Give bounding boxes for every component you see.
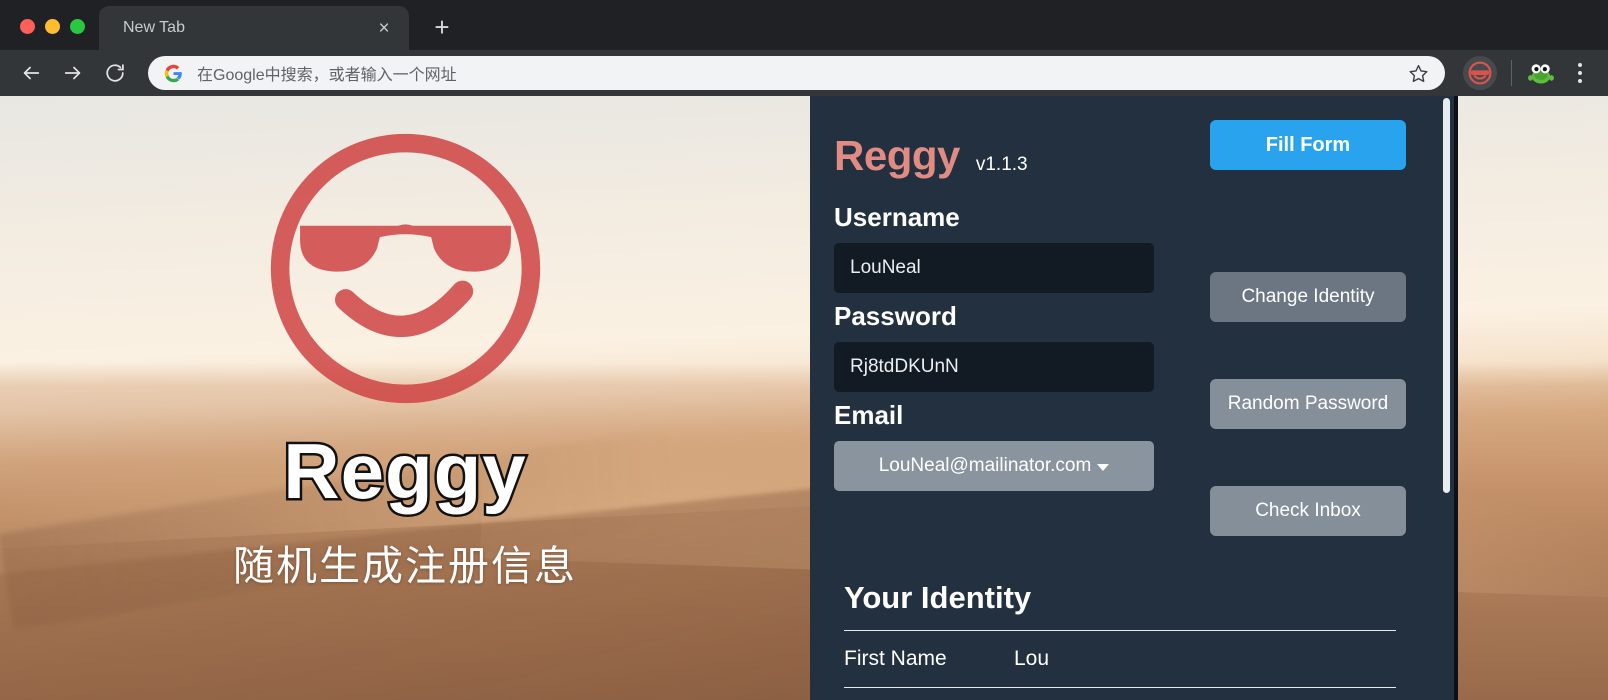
check-inbox-button[interactable]: Check Inbox <box>1210 486 1406 536</box>
star-icon[interactable] <box>1405 60 1431 86</box>
browser-toolbar: 在Google中搜索，或者输入一个网址 <box>0 50 1608 96</box>
hero-section: Reggy 随机生成注册信息 <box>0 96 810 700</box>
fill-form-button[interactable]: Fill Form <box>1210 120 1406 170</box>
panel-header: Reggy v1.1.3 Fill Form <box>834 120 1406 180</box>
reggy-extension-icon[interactable] <box>1463 56 1497 90</box>
password-input[interactable] <box>834 342 1154 392</box>
address-bar-text: 在Google中搜索，或者输入一个网址 <box>197 67 457 84</box>
panel-version: v1.1.3 <box>975 154 1028 175</box>
turtle-extension-icon[interactable] <box>1526 58 1556 88</box>
hero-subtitle: 随机生成注册信息 <box>233 542 577 590</box>
page-viewport: Reggy 随机生成注册信息 Reggy v1.1.3 Fill Form Us… <box>0 96 1608 700</box>
email-dropdown-value: LouNeal@mailinator.com <box>878 455 1092 476</box>
change-identity-button[interactable]: Change Identity <box>1210 272 1406 322</box>
back-icon[interactable] <box>12 54 50 92</box>
forward-icon[interactable] <box>54 54 92 92</box>
toolbar-divider <box>1511 60 1512 86</box>
scrollbar-thumb[interactable] <box>1443 98 1450 493</box>
hero-title: Reggy <box>281 427 528 515</box>
email-label: Email <box>834 400 904 430</box>
tab-title: New Tab <box>123 19 185 36</box>
identity-value: Lou <box>1014 647 1050 670</box>
identity-section-title: Your Identity <box>844 580 1032 615</box>
reggy-panel-body: Reggy v1.1.3 Fill Form Username Password… <box>810 96 1454 700</box>
google-g-icon <box>164 64 183 83</box>
chevron-down-icon <box>1097 464 1110 471</box>
browser-window: New Tab × + 在Google中搜索，或者输入一个网址 Reggy 随机… <box>0 0 1608 700</box>
panel-form-grid: Username Password Email LouNeal@mailinat… <box>834 194 1406 536</box>
panel-fields-column: Username Password Email LouNeal@mailinat… <box>834 194 1154 536</box>
maximize-window-button[interactable] <box>70 19 85 34</box>
close-window-button[interactable] <box>20 19 35 34</box>
close-tab-icon[interactable]: × <box>371 15 397 41</box>
window-traffic-lights <box>0 19 99 50</box>
reload-icon[interactable] <box>96 54 134 92</box>
kebab-menu-icon[interactable] <box>1564 54 1596 92</box>
username-label: Username <box>834 202 960 232</box>
reggy-panel: Reggy v1.1.3 Fill Form Username Password… <box>810 96 1458 700</box>
panel-scrollbar[interactable] <box>1443 96 1450 700</box>
random-password-button[interactable]: Random Password <box>1210 379 1406 429</box>
identity-key: First Name <box>844 647 947 670</box>
table-row: First Name Lou <box>844 630 1396 687</box>
panel-actions-column: Change Identity Random Password Check In… <box>1210 194 1406 536</box>
panel-brand-title: Reggy <box>834 132 960 179</box>
identity-table: First Name Lou Last Name Neal <box>844 630 1406 700</box>
tab-strip: New Tab × + <box>0 0 1608 50</box>
password-label: Password <box>834 301 957 331</box>
address-bar[interactable]: 在Google中搜索，或者输入一个网址 <box>148 56 1445 90</box>
new-tab-button[interactable]: + <box>421 6 463 48</box>
smiley-sunglasses-logo <box>263 126 548 416</box>
table-row: Last Name Neal <box>844 687 1396 700</box>
username-input[interactable] <box>834 243 1154 293</box>
minimize-window-button[interactable] <box>45 19 60 34</box>
browser-tab[interactable]: New Tab × <box>99 6 409 50</box>
email-dropdown[interactable]: LouNeal@mailinator.com <box>834 441 1154 491</box>
